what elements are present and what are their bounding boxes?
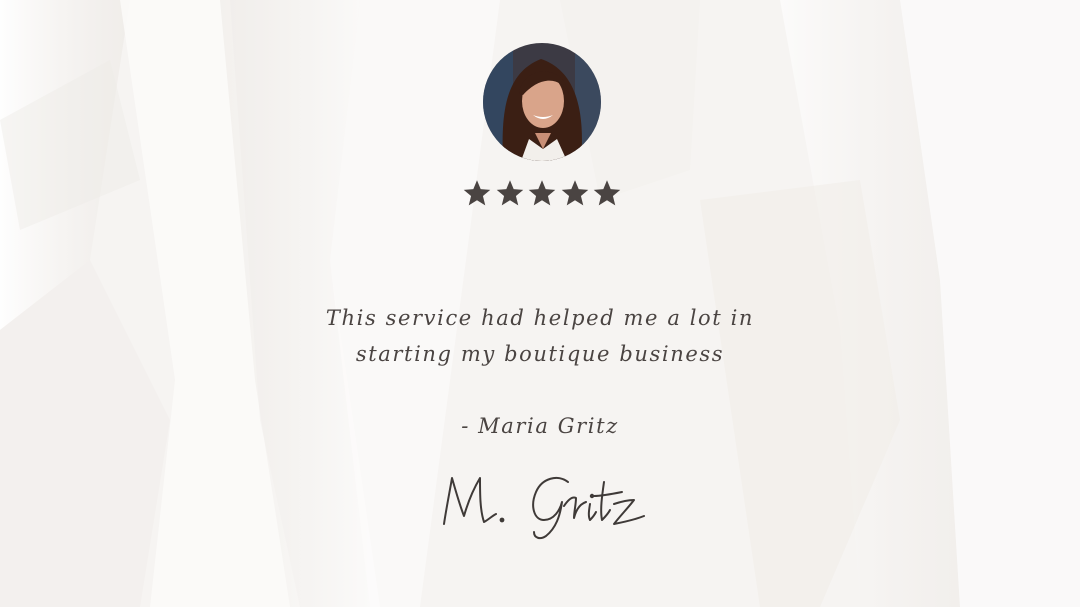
star-icon	[528, 180, 556, 206]
quote-line: This service had helped me a lot in	[325, 306, 755, 330]
avatar	[483, 43, 601, 161]
star-icon	[561, 180, 588, 206]
handwritten-signature	[430, 460, 660, 550]
testimonial-quote: This service had helped me a lot in star…	[290, 300, 790, 372]
star-icon	[463, 180, 491, 206]
star-icon	[593, 180, 621, 206]
star-icon	[496, 180, 523, 206]
author-attribution: - Maria Gritz	[461, 414, 619, 438]
quote-line: starting my boutique business	[355, 342, 725, 366]
star-rating	[462, 178, 622, 208]
